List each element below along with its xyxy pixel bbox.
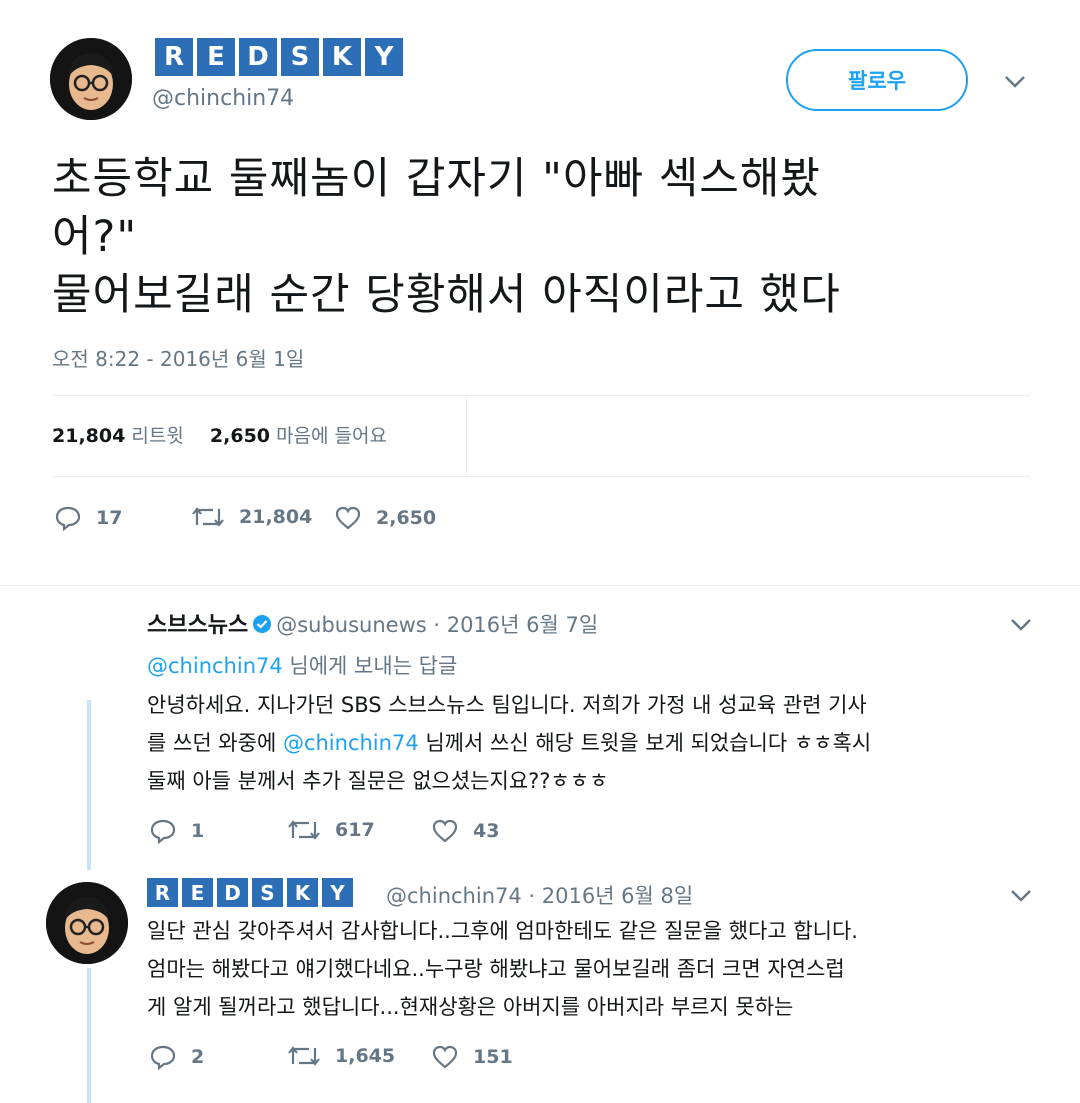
reply-count: 1 xyxy=(191,820,205,842)
follow-button[interactable]: 팔로우 xyxy=(786,49,968,111)
retweet-label: 리트윗 xyxy=(131,425,184,447)
reply-text: 일단 관심 갖아주셔서 감사합니다..그후에 엄마한테도 같은 질문을 했다고 … xyxy=(147,912,858,1026)
chevron-down-icon[interactable] xyxy=(1004,74,1026,93)
heart-icon xyxy=(431,1044,459,1070)
tweet-text-line: 물어보길래 순간 당황해서 아직이라고 했다 xyxy=(52,270,841,320)
reply-author-name[interactable]: 스브스뉴스 xyxy=(147,613,248,638)
replying-to-label: 님에게 보내는 답글 xyxy=(282,654,458,678)
divider xyxy=(52,476,1030,477)
replying-to: @chinchin74 님에게 보내는 답글 xyxy=(147,650,457,680)
like-label: 마음에 들어요 xyxy=(276,425,387,447)
chevron-down-icon[interactable] xyxy=(1010,888,1032,907)
name-badge: E xyxy=(182,878,213,907)
reply-text-segment: 를 쓰던 와중에 xyxy=(147,731,283,755)
divider xyxy=(52,395,1030,396)
retweet-count[interactable]: 21,804 xyxy=(52,425,125,447)
like-count[interactable]: 2,650 xyxy=(210,425,270,447)
reply-handle-date[interactable]: @chinchin74 · 2016년 6월 8일 xyxy=(386,880,693,910)
avatar[interactable] xyxy=(50,38,132,120)
name-badge: K xyxy=(323,38,361,76)
tweet-timestamp[interactable]: 오전 8:22 - 2016년 6월 1일 xyxy=(52,343,304,372)
tweet-stats: 21,804 리트윗 2,650 마음에 들어요 xyxy=(52,421,387,448)
reply-text-line: 안녕하세요. 지나가던 SBS 스브스뉴스 팀입니다. 저희가 가정 내 성교육… xyxy=(147,693,867,717)
retweet-action[interactable]: 21,804 xyxy=(191,505,312,529)
mention-link[interactable]: @chinchin74 xyxy=(283,731,419,755)
reply-icon xyxy=(149,818,177,844)
like-action[interactable]: 151 xyxy=(431,1044,513,1070)
name-badge: Y xyxy=(365,38,403,76)
reply-icon xyxy=(54,505,82,531)
reply-action[interactable]: 1 xyxy=(149,818,204,844)
thread-line xyxy=(87,968,91,1103)
display-name[interactable]: R E D S K Y xyxy=(155,38,403,76)
reply-text-line: 둘째 아들 분께서 추가 질문은 없으셨는지요??ㅎㅎㅎ xyxy=(147,769,609,793)
retweet-icon xyxy=(191,505,225,529)
name-badge: R xyxy=(147,878,178,907)
heart-icon xyxy=(431,818,459,844)
reply-text-line: 를 쓰던 와중에 @chinchin74 님께서 쓰신 해당 트윗을 보게 되었… xyxy=(147,724,871,762)
name-badge: D xyxy=(239,38,277,76)
tweet-text-line: 어?" xyxy=(52,212,138,262)
name-badge: D xyxy=(217,878,248,907)
reply-icon xyxy=(149,1044,177,1070)
reply-action[interactable]: 17 xyxy=(54,505,122,531)
like-action[interactable]: 2,650 xyxy=(334,505,436,531)
retweet-count: 1,645 xyxy=(335,1045,396,1067)
name-badge: K xyxy=(287,878,318,907)
mention-link[interactable]: @chinchin74 xyxy=(147,654,283,678)
like-count: 151 xyxy=(473,1046,513,1068)
name-badge: S xyxy=(281,38,319,76)
retweet-action[interactable]: 1,645 xyxy=(287,1044,395,1068)
retweet-count: 21,804 xyxy=(239,506,313,528)
chevron-down-icon[interactable] xyxy=(1010,617,1032,636)
like-action[interactable]: 43 xyxy=(431,818,499,844)
heart-icon xyxy=(334,505,362,531)
verified-badge-icon xyxy=(252,614,272,639)
avatar[interactable] xyxy=(46,882,128,964)
name-badge: E xyxy=(197,38,235,76)
name-badge: S xyxy=(252,878,283,907)
reply-text: 안녕하세요. 지나가던 SBS 스브스뉴스 팀입니다. 저희가 가정 내 성교육… xyxy=(147,686,871,800)
name-badge: Y xyxy=(322,878,353,907)
like-count: 43 xyxy=(473,820,500,842)
user-handle[interactable]: @chinchin74 xyxy=(152,86,294,111)
reply-text-line: 엄마는 해봤다고 얘기했다네요..누구랑 해봤냐고 물어보길래 좀더 크면 자연… xyxy=(147,957,845,981)
reply-count: 17 xyxy=(96,507,123,529)
retweet-count: 617 xyxy=(335,819,375,841)
name-badge: R xyxy=(155,38,193,76)
display-name[interactable]: R E D S K Y xyxy=(147,878,353,907)
like-count: 2,650 xyxy=(376,507,437,529)
retweet-icon xyxy=(287,818,321,842)
reply-action[interactable]: 2 xyxy=(149,1044,204,1070)
tweet-text: 초등학교 둘째놈이 갑자기 "아빠 섹스해봤 어?" 물어보길래 순간 당황해서… xyxy=(52,150,1012,324)
thread-line xyxy=(87,700,91,870)
reply-text-segment: 님께서 쓰신 해당 트윗을 보게 되었습니다 ㅎㅎ혹시 xyxy=(418,731,872,755)
reply-count: 2 xyxy=(191,1046,205,1068)
reply-text-line: 일단 관심 갖아주셔서 감사합니다..그후에 엄마한테도 같은 질문을 했다고 … xyxy=(147,919,858,943)
tweet-text-line: 초등학교 둘째놈이 갑자기 "아빠 섹스해봤 xyxy=(52,154,821,204)
stats-separator xyxy=(466,397,467,475)
reply-header: 스브스뉴스 @subusunews · 2016년 6월 7일 xyxy=(147,607,598,639)
divider xyxy=(0,585,1080,586)
retweet-icon xyxy=(287,1044,321,1068)
retweet-action[interactable]: 617 xyxy=(287,818,375,842)
reply-text-line: 게 알게 될꺼라고 했답니다...현재상황은 아버지를 아버지라 부르지 못하는 xyxy=(147,995,794,1019)
reply-handle-date[interactable]: @subusunews · 2016년 6월 7일 xyxy=(276,613,598,637)
